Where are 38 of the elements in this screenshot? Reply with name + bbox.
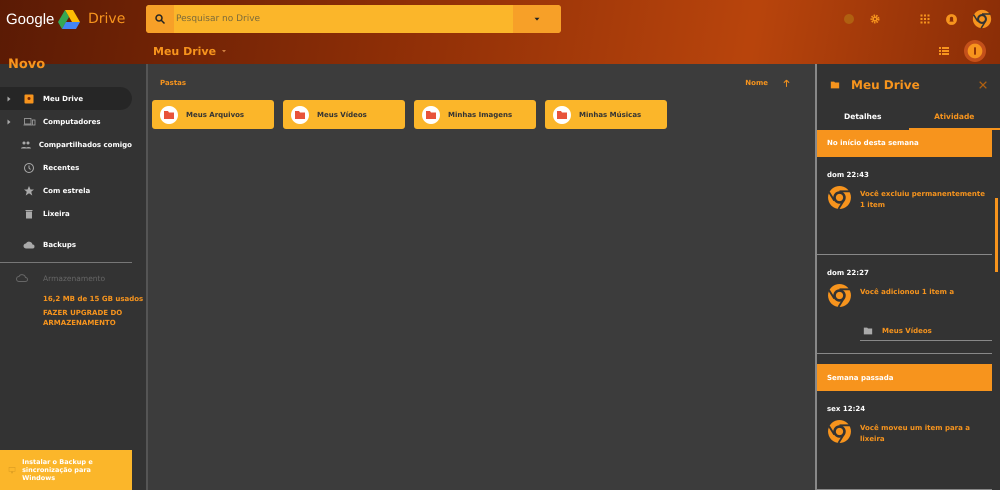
folder-icon bbox=[160, 106, 178, 124]
arrow-up-icon bbox=[782, 78, 791, 88]
folder-icon bbox=[829, 80, 841, 90]
product-name: Drive bbox=[88, 11, 126, 27]
search-field[interactable]: Pesquisar no Drive bbox=[174, 5, 513, 33]
search-icon bbox=[154, 13, 166, 25]
devices-icon bbox=[22, 116, 36, 128]
expand-arrow-icon[interactable] bbox=[6, 118, 12, 124]
close-button[interactable] bbox=[978, 80, 988, 90]
drive-logo-icon bbox=[58, 9, 80, 29]
people-icon bbox=[19, 138, 34, 150]
breadcrumb-button[interactable]: Meu Drive bbox=[153, 44, 228, 58]
circle-logo-icon bbox=[827, 419, 852, 444]
circle-logo-icon bbox=[972, 9, 992, 29]
trash-icon bbox=[23, 208, 35, 220]
folder-icon bbox=[553, 106, 571, 124]
folder-icon bbox=[422, 106, 440, 124]
list-view-icon[interactable] bbox=[938, 45, 950, 57]
new-button[interactable]: Novo bbox=[0, 55, 54, 73]
folder-icon bbox=[291, 106, 309, 124]
expand-arrow-icon[interactable] bbox=[6, 96, 12, 102]
cloud-outline-icon bbox=[15, 272, 29, 284]
circle-logo-icon bbox=[827, 283, 852, 308]
panel-title: Meu Drive bbox=[851, 78, 920, 92]
drive-icon bbox=[23, 92, 35, 104]
apps-grid-icon[interactable] bbox=[919, 13, 931, 25]
folder-icon bbox=[862, 326, 874, 336]
clock-icon bbox=[23, 162, 35, 174]
brand-name: Google bbox=[6, 10, 56, 28]
circle-logo-icon bbox=[827, 184, 852, 210]
caret-icon bbox=[220, 47, 228, 55]
settings-icon[interactable] bbox=[869, 13, 881, 25]
notifications-icon[interactable] bbox=[945, 12, 958, 26]
search-bar[interactable]: Pesquisar no Drive bbox=[146, 5, 561, 33]
info-icon[interactable] bbox=[964, 40, 986, 62]
close-icon bbox=[978, 80, 988, 90]
star-icon bbox=[23, 184, 35, 196]
cloud-icon bbox=[22, 238, 36, 250]
